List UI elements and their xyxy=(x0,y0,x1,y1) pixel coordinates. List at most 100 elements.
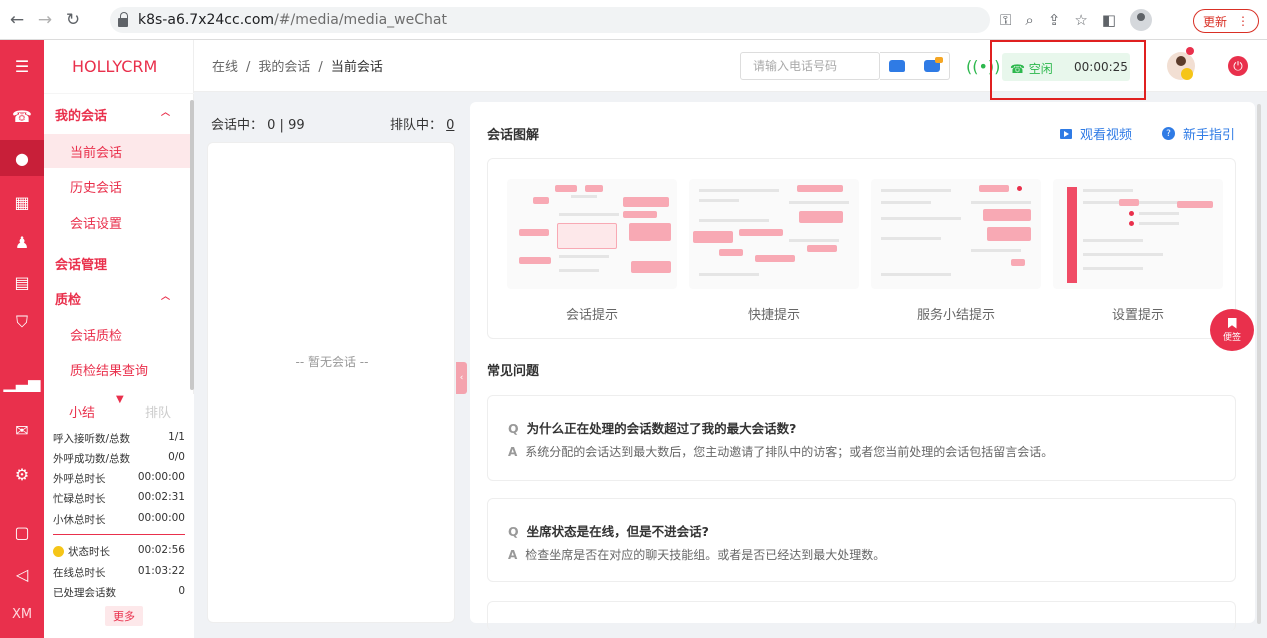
forward-icon[interactable]: → xyxy=(34,10,56,30)
breadcrumb-item[interactable]: 在线 xyxy=(212,60,238,75)
bookmark-icon xyxy=(1227,317,1237,329)
nav-item-current-sessions[interactable]: 当前会话 xyxy=(44,134,190,168)
nav-item-session-settings[interactable]: 会话设置 xyxy=(44,205,190,239)
url-path: /#/media/media_weChat xyxy=(274,12,447,28)
update-label: 更新 xyxy=(1202,14,1227,29)
lock-icon xyxy=(118,11,128,27)
thumbnail-settings-tips[interactable] xyxy=(1053,179,1223,289)
person-icon[interactable]: ♟ xyxy=(0,224,44,260)
update-button[interactable]: 更新 ⋮ xyxy=(1193,9,1259,33)
message-icon[interactable]: ✉ xyxy=(0,412,44,448)
faq-answer: A 系统分配的会话达到最大数后，您主动邀请了排队中的访客；或者您当前处理的会话包括… xyxy=(508,445,1054,459)
thumbnail-caption: 设置提示 xyxy=(1111,308,1164,323)
reload-icon[interactable]: ↻ xyxy=(62,10,84,30)
key-icon[interactable]: ⚿ xyxy=(1000,11,1011,29)
thumbnail-caption: 会话提示 xyxy=(565,308,618,323)
url-host: k8s-a6.7x24cc.com xyxy=(138,12,275,28)
address-bar[interactable]: k8s-a6.7x24cc.com/#/media/media_weChat xyxy=(110,7,990,33)
megaphone-icon[interactable]: ◁ xyxy=(0,556,44,592)
rail-user-initials: XM xyxy=(11,606,33,622)
stat-row: 小休总时长 00:00:00 xyxy=(53,512,185,526)
tab-summary[interactable]: 小结 xyxy=(69,402,95,421)
stat-row: 已处理会话数 0 xyxy=(53,585,185,599)
kebab-icon: ⋮ xyxy=(1237,14,1249,28)
faq-answer: A 检查坐席是否在对应的聊天技能组。或者是否已经达到最大处理数。 xyxy=(508,548,886,562)
chevron-up-icon: ︿ xyxy=(160,108,170,118)
phone-number-input[interactable] xyxy=(740,52,880,80)
guide-link[interactable]: ? 新手指引 xyxy=(1162,124,1235,143)
stat-row: 呼入接听数/总数 1/1 xyxy=(53,431,185,445)
chat-bubble-icon[interactable] xyxy=(923,57,943,72)
video-icon xyxy=(1060,128,1072,139)
avatar[interactable] xyxy=(1167,52,1195,80)
phone-icon[interactable]: ☎ xyxy=(0,98,44,134)
watch-video-link[interactable]: 观看视频 xyxy=(1060,124,1132,143)
main-panel: 会话图解 观看视频 ? 新手指引 会话提示 快捷提示 服务小结提示 设置提示 常… xyxy=(470,102,1255,631)
stat-row: 状态时长 00:02:56 xyxy=(53,544,185,559)
clipboard-icon[interactable]: ▤ xyxy=(0,264,44,300)
profile-icon[interactable] xyxy=(1130,9,1153,31)
browser-toolbar: ← → ↻ k8s-a6.7x24cc.com/#/media/media_we… xyxy=(0,0,1267,40)
sticky-note-label: 便签 xyxy=(1222,332,1241,343)
back-icon[interactable]: ← xyxy=(6,10,28,30)
session-list: -- 暂无会话 -- xyxy=(207,142,455,623)
breadcrumb: 在线 / 我的会话 / 当前会话 xyxy=(212,60,383,75)
dial-phone-icon[interactable] xyxy=(889,60,906,72)
diagram-title: 会话图解 xyxy=(487,128,540,143)
faq-question: Q 为什么正在处理的会话数超过了我的最大会话数? xyxy=(508,421,797,436)
session-list-header: 会话中： 0 | 99 排队中： 0 xyxy=(194,92,462,140)
chat-icon[interactable]: ● xyxy=(0,140,44,176)
nav-group-my-sessions[interactable]: 我的会话 ︿ xyxy=(55,105,190,124)
breadcrumb-item[interactable]: 我的会话 xyxy=(258,60,310,75)
stats-divider xyxy=(53,534,185,535)
stat-row: 在线总时长 01:03:22 xyxy=(53,565,185,579)
stat-row: 外呼成功数/总数 0/0 xyxy=(53,451,185,465)
faq-question: Q 坐席状态是在线，但是不进会话? xyxy=(508,524,709,539)
collapse-handle[interactable]: ‹ xyxy=(456,362,467,394)
nav-group-quality[interactable]: 质检 ︿ xyxy=(55,289,190,308)
help-icon: ? xyxy=(1162,127,1175,140)
clock-icon xyxy=(53,546,64,557)
agent-status[interactable]: ☎ 空闲 00:00:25 xyxy=(1002,53,1130,81)
zoom-icon[interactable]: ⌕ xyxy=(1025,11,1033,29)
share-icon[interactable]: ⇪ xyxy=(1048,11,1061,29)
book-icon[interactable]: ▢ xyxy=(0,514,44,550)
nav-item-quality-results[interactable]: 质检结果查询 xyxy=(44,352,190,386)
status-label: ☎ 空闲 xyxy=(1010,62,1053,76)
more-button[interactable]: 更多 xyxy=(105,606,143,626)
nav-item-quality-check[interactable]: 会话质检 xyxy=(44,317,190,351)
faq-item: Q 为什么正在处理的会话数超过了我的最大会话数? A 系统分配的会话达到最大数后，您… xyxy=(487,395,1236,481)
active-count: 会话中： 0 | 99 xyxy=(211,118,305,133)
shield-icon[interactable]: ⛉ xyxy=(0,304,44,340)
diagram-gallery: 会话提示 快捷提示 服务小结提示 设置提示 xyxy=(487,158,1236,339)
thumbnail-caption: 服务小结提示 xyxy=(916,308,995,323)
thumbnail-service-summary-tips[interactable] xyxy=(871,179,1041,289)
chevron-up-icon: ︿ xyxy=(160,292,170,302)
sidebar-scrollbar[interactable] xyxy=(190,100,194,390)
sticky-note-button[interactable]: 便签 xyxy=(1210,309,1254,351)
notification-dot xyxy=(1186,47,1194,55)
main-scrollbar[interactable] xyxy=(1257,104,1261,624)
power-icon[interactable]: ⏻ xyxy=(1228,56,1248,76)
breadcrumb-current: 当前会话 xyxy=(330,60,383,75)
gear-icon[interactable]: ⚙ xyxy=(0,456,44,492)
thumbnail-quick-tips[interactable] xyxy=(689,179,859,289)
summary-panel: 小结 ▼ 排队 呼入接听数/总数 1/1 外呼成功数/总数 0/0 外呼总时长 00:… xyxy=(44,394,194,638)
side-panel-icon[interactable]: ◧ xyxy=(1102,11,1116,29)
sidebar: HOLLYCRM 我的会话 ︿ 当前会话 历史会话 会话设置 会话管理 质检 ︿… xyxy=(44,40,194,638)
menu-icon[interactable]: ☰ xyxy=(0,48,44,84)
bar-chart-icon[interactable]: ▁▃▅ xyxy=(0,364,44,400)
empty-state: -- 暂无会话 -- xyxy=(295,355,369,369)
top-header: 在线/我的会话/当前会话 ((•)) ☎ 空闲 00:00:25 ⏻ xyxy=(194,40,1267,100)
nav-item-session-history[interactable]: 历史会话 xyxy=(44,169,190,203)
stat-row: 忙碌总时长 00:02:31 xyxy=(53,491,185,505)
thumbnail-session-tips[interactable] xyxy=(507,179,677,289)
dial-tools xyxy=(880,52,950,80)
tab-queue[interactable]: 排队 xyxy=(145,402,171,421)
star-icon[interactable]: ☆ xyxy=(1074,11,1087,29)
grid-icon[interactable]: ▦ xyxy=(0,184,44,220)
nav-group-session-management[interactable]: 会话管理 xyxy=(55,254,107,273)
queue-count[interactable]: 排队中： 0 xyxy=(390,114,454,133)
status-timer: 00:00:25 xyxy=(1074,60,1128,74)
filter-icon[interactable]: ▼ xyxy=(116,394,124,405)
